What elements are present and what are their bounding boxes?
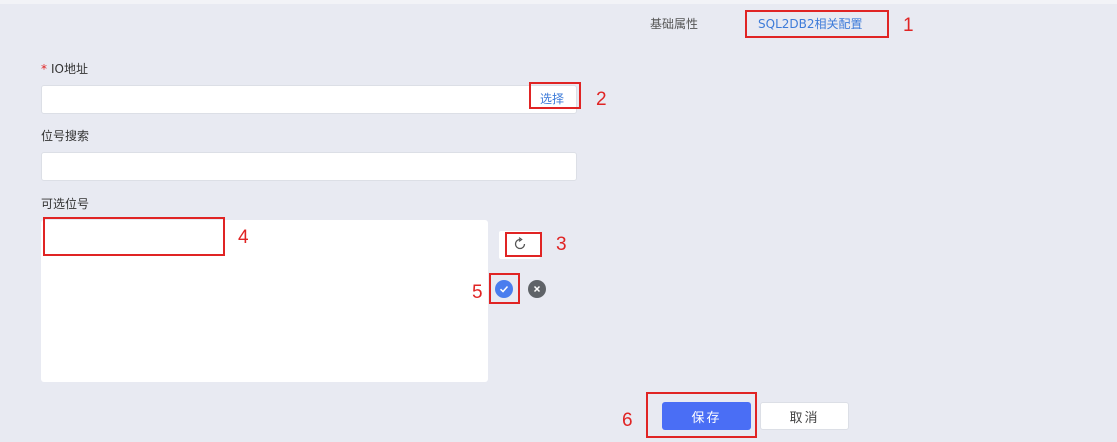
annotation-box-1 — [745, 10, 889, 38]
annotation-number-1: 1 — [903, 15, 914, 36]
required-mark: * — [41, 62, 47, 76]
top-strip — [0, 0, 1117, 4]
annotation-number-5: 5 — [472, 282, 483, 303]
cancel-button[interactable]: 取消 — [760, 402, 849, 430]
annotation-number-3: 3 — [556, 234, 567, 255]
tab-basic-properties[interactable]: 基础属性 — [650, 16, 698, 32]
bit-search-label: 位号搜索 — [41, 129, 90, 143]
io-address-label: * IO地址 — [41, 61, 88, 77]
close-circle-icon[interactable] — [528, 280, 546, 298]
annotation-number-4: 4 — [238, 227, 249, 248]
annotation-box-4 — [43, 217, 225, 256]
annotation-box-2 — [529, 82, 581, 109]
io-address-label-text: IO地址 — [51, 62, 88, 76]
annotation-number-6: 6 — [622, 410, 633, 431]
bit-search-input[interactable] — [41, 152, 577, 181]
annotation-box-3 — [505, 232, 542, 257]
available-bits-label: 可选位号 — [41, 197, 90, 211]
annotation-number-2: 2 — [596, 89, 607, 110]
page: 基础属性 SQL2DB2相关配置 * IO地址 选择 位号搜索 可选位号 保存 取… — [0, 0, 1117, 442]
annotation-box-5 — [489, 273, 520, 304]
io-address-input[interactable] — [41, 85, 577, 114]
annotation-box-6 — [646, 392, 757, 438]
